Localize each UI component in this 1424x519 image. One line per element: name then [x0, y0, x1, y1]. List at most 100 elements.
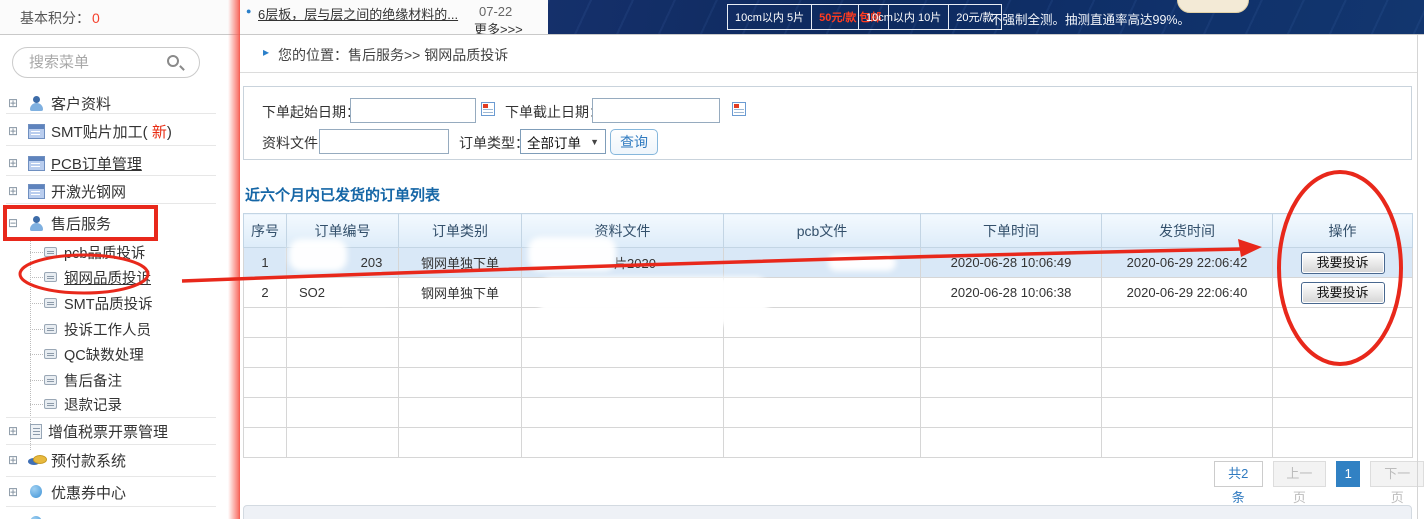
form-icon [44, 349, 57, 359]
form-icon [44, 375, 57, 385]
empty-row [244, 368, 1413, 398]
col-seq: 序号 [244, 214, 287, 248]
submenu-label: SMT品质投诉 [64, 293, 153, 314]
end-date-label: 下单截止日期： [505, 102, 603, 122]
submenu-item-qc-shortage[interactable]: QC缺数处理 [44, 343, 228, 365]
col-action: 操作 [1273, 214, 1413, 248]
start-date-input[interactable] [350, 98, 476, 123]
calendar-icon[interactable] [481, 102, 495, 116]
tree-stub [30, 303, 45, 304]
submenu-item-pcb-complaint[interactable]: pcb品质投诉 [44, 241, 228, 263]
file-input[interactable] [319, 129, 449, 154]
complain-button[interactable]: 我要投诉 [1301, 282, 1385, 304]
expand-icon[interactable]: ⊞ [8, 157, 20, 169]
breadcrumb-text: 您的位置：售后服务>> 钢网品质投诉 [278, 45, 508, 65]
sidebar-item-coupon-center[interactable]: ⊞ 优惠券中心 [0, 480, 228, 504]
sidebar-item-pcb-orders[interactable]: ⊞ PCB订单管理 [0, 151, 228, 175]
form-icon [44, 298, 57, 308]
divider [6, 417, 216, 418]
sidebar-item-after-sales[interactable]: ⊟ 售后服务 [0, 211, 228, 235]
tree-stub [30, 329, 45, 330]
submenu-item-smt-complaint[interactable]: SMT品质投诉 [44, 292, 228, 314]
calendar-icon[interactable] [732, 102, 746, 116]
order-type-select[interactable]: 全部订单 ▼ [520, 129, 606, 154]
banner-cta-button[interactable] [1177, 0, 1249, 13]
cell-action: 我要投诉 [1273, 248, 1413, 278]
cell-ship-time: 2020-06-29 22:06:42 [1102, 248, 1273, 278]
empty-row [244, 338, 1413, 368]
cell-category: 钢网单独下单 [399, 248, 522, 278]
divider [6, 145, 216, 146]
tree-stub [30, 380, 45, 381]
expand-icon[interactable]: ⊞ [8, 97, 20, 109]
empty-row [244, 398, 1413, 428]
cell-category: 钢网单独下单 [399, 278, 522, 308]
sidebar-item-laser-stencil[interactable]: ⊞ 开激光钢网 [0, 179, 228, 203]
news-bullet-icon: ● [246, 6, 251, 16]
expand-icon[interactable]: ⊞ [8, 185, 20, 197]
cell-pcb-file [724, 278, 921, 308]
filter-panel: 下单起始日期： 下单截止日期： 资料文件： 订单类型： 全部订单 ▼ 查询 [243, 86, 1412, 160]
offer2-qty: 10cm以内 10片 [859, 5, 948, 29]
submenu-label: 钢网品质投诉 [64, 267, 151, 288]
cell-ship-time: 2020-06-29 22:06:40 [1102, 278, 1273, 308]
cell-file: 片2020 [522, 248, 724, 278]
current-page-button[interactable]: 1 [1336, 461, 1360, 487]
tree-stub [30, 277, 45, 278]
sidebar-content-divider [228, 0, 240, 519]
col-file: 资料文件 [522, 214, 724, 248]
sidebar-item-partial[interactable]: ⊞ [0, 511, 228, 519]
next-page-button[interactable]: 下一页 [1370, 461, 1424, 487]
col-ship-time: 发货时间 [1102, 214, 1273, 248]
sidebar-item-label: SMT贴片加工( 新) [51, 121, 172, 142]
submenu-item-complaint-staff[interactable]: 投诉工作人员 [44, 318, 228, 340]
sidebar-item-customer-info[interactable]: ⊞ 客户资料 [0, 91, 228, 115]
breadcrumb: ▸ 您的位置：售后服务>> 钢网品质投诉 [240, 35, 1417, 73]
promo-offer-2: 10cm以内 10片 20元/款 [858, 4, 1002, 30]
end-date-input[interactable] [592, 98, 720, 123]
expand-icon[interactable]: ⊞ [8, 125, 20, 137]
app-window: 基本积分：0 ● 6层板，层与层之间的绝缘材料的... 07-22 更多>>> … [0, 0, 1424, 519]
sidebar-item-smt[interactable]: ⊞ SMT贴片加工( 新) [0, 119, 228, 143]
search-icon[interactable] [167, 55, 179, 67]
expand-icon[interactable]: ⊞ [8, 425, 20, 437]
expand-icon[interactable]: ⊞ [8, 486, 20, 498]
query-button[interactable]: 查询 [610, 129, 658, 155]
submenu-item-refund-records[interactable]: 退款记录 [44, 393, 228, 415]
news-link[interactable]: 6层板，层与层之间的绝缘材料的... [258, 4, 458, 23]
coupon-icon [28, 485, 45, 500]
sidebar-item-vat-invoice[interactable]: ⊞ 增值税票开票管理 [0, 419, 228, 443]
submenu-label: QC缺数处理 [64, 344, 144, 365]
clipped-icon [28, 516, 45, 519]
submenu-label: 退款记录 [64, 394, 122, 415]
sidebar-item-prepayment[interactable]: ⊞ 预付款系统 [0, 448, 228, 472]
submenu-item-after-sales-notes[interactable]: 售后备注 [44, 369, 228, 391]
prev-page-button[interactable]: 上一页 [1273, 461, 1327, 487]
sidebar-item-label: 优惠券中心 [51, 482, 126, 503]
order-type-label: 订单类型： [459, 133, 529, 153]
cell-pcb-file [724, 248, 921, 278]
sidebar-item-label: 客户资料 [51, 93, 111, 114]
search-input[interactable] [29, 48, 167, 77]
divider [6, 113, 216, 114]
chevron-down-icon: ▼ [590, 137, 599, 147]
submenu-label: 售后备注 [64, 370, 122, 391]
tree-stub [30, 252, 45, 253]
table-header-row: 序号 订单编号 订单类别 资料文件 pcb文件 下单时间 发货时间 操作 [244, 214, 1413, 248]
table-row: 2 SO2 钢网单独下单 2020-06-28 10:06:38 2020-06… [244, 278, 1413, 308]
divider [6, 175, 216, 176]
sidebar-search [12, 47, 200, 78]
col-order-no: 订单编号 [287, 214, 399, 248]
divider [6, 506, 216, 507]
expand-icon[interactable]: ⊞ [8, 454, 20, 466]
collapse-icon[interactable]: ⊟ [8, 217, 20, 229]
cell-order-no: SO2 [287, 278, 399, 308]
sidebar-item-label: 售后服务 [51, 213, 111, 234]
complain-button[interactable]: 我要投诉 [1301, 252, 1385, 274]
order-list-title: 近六个月内已发货的订单列表 [245, 184, 440, 205]
col-category: 订单类别 [399, 214, 522, 248]
pagination: 共2条 上一页 1 下一页 [1214, 461, 1424, 487]
coins-icon [28, 453, 45, 468]
stencil-icon [28, 184, 45, 199]
submenu-item-stencil-complaint[interactable]: 钢网品质投诉 [44, 266, 228, 288]
